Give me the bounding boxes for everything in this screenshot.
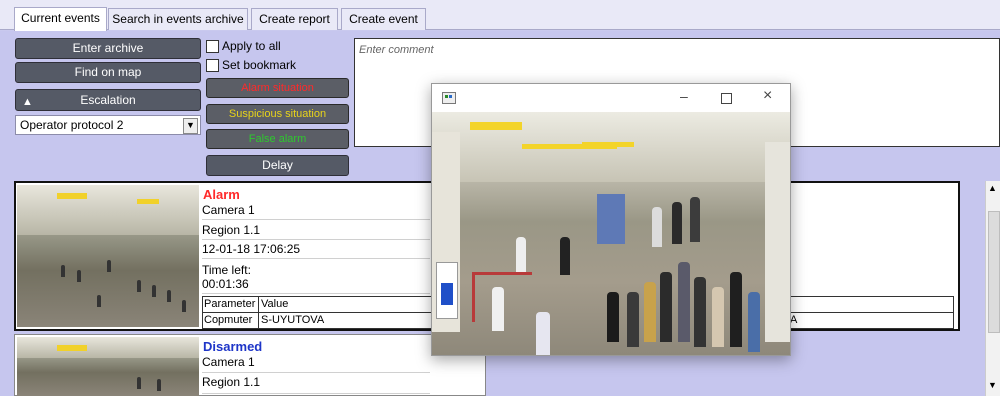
chevron-down-icon: ▼ — [183, 118, 198, 134]
alarm-situation-button[interactable]: Alarm situation — [206, 78, 349, 98]
event-status: Disarmed — [203, 339, 263, 354]
set-bookmark-checkbox[interactable] — [206, 59, 219, 72]
camera-video-view — [432, 112, 790, 355]
value-header: Value — [261, 298, 289, 310]
scrollbar[interactable]: ▲ ▼ — [985, 181, 1000, 396]
chevron-up-icon: ▲ — [22, 96, 33, 108]
find-on-map-button[interactable]: Find on map — [15, 62, 201, 83]
event-camera: Camera 1 — [202, 355, 430, 373]
param-name: Copmuter — [204, 314, 253, 326]
scroll-thumb[interactable] — [988, 211, 1000, 333]
minimize-icon[interactable]: – — [680, 88, 688, 104]
time-left-value: 00:01:36 — [202, 277, 430, 294]
false-alarm-button[interactable]: False alarm — [206, 129, 349, 149]
protocol-select[interactable]: Operator protocol 2 ▼ — [15, 115, 201, 135]
tab-current-events[interactable]: Current events — [14, 7, 107, 31]
apply-to-all-checkbox[interactable] — [206, 40, 219, 53]
param-value-tail: A — [790, 314, 798, 326]
enter-archive-button[interactable]: Enter archive — [15, 38, 201, 59]
apply-to-all-label: Apply to all — [222, 39, 281, 53]
event-region: Region 1.1 — [202, 221, 430, 240]
escalation-label: Escalation — [80, 93, 136, 107]
table-col-divider — [258, 296, 259, 329]
set-bookmark-label: Set bookmark — [222, 58, 297, 72]
event-datetime: 12-01-18 17:06:25 — [202, 241, 430, 259]
event-region: Region 1.1 — [202, 375, 430, 394]
tab-create-report[interactable]: Create report — [251, 8, 338, 30]
popup-titlebar[interactable]: – × — [432, 84, 790, 112]
scroll-up-icon[interactable]: ▲ — [988, 183, 997, 193]
close-icon[interactable]: × — [763, 87, 772, 105]
event-thumbnail — [17, 185, 199, 327]
app-icon — [442, 92, 456, 104]
tab-search-archive[interactable]: Search in events archive — [108, 8, 248, 30]
protocol-selected-value: Operator protocol 2 — [20, 118, 124, 132]
event-status: Alarm — [203, 187, 240, 202]
video-popup-window[interactable]: – × — [431, 83, 791, 356]
comment-placeholder: Enter comment — [359, 44, 434, 56]
event-camera: Camera 1 — [202, 203, 430, 220]
param-header: Parameter — [204, 298, 256, 310]
scroll-down-icon[interactable]: ▼ — [988, 380, 997, 390]
delay-button[interactable]: Delay — [206, 155, 349, 176]
tab-create-event[interactable]: Create event — [341, 8, 426, 30]
escalation-button[interactable]: ▲ Escalation — [15, 89, 201, 111]
maximize-icon[interactable] — [721, 93, 732, 104]
event-thumbnail — [17, 337, 199, 396]
param-value: S-UYUTOVA — [261, 314, 325, 326]
suspicious-situation-button[interactable]: Suspicious situation — [206, 104, 349, 124]
time-left-label: Time left: — [202, 263, 251, 277]
